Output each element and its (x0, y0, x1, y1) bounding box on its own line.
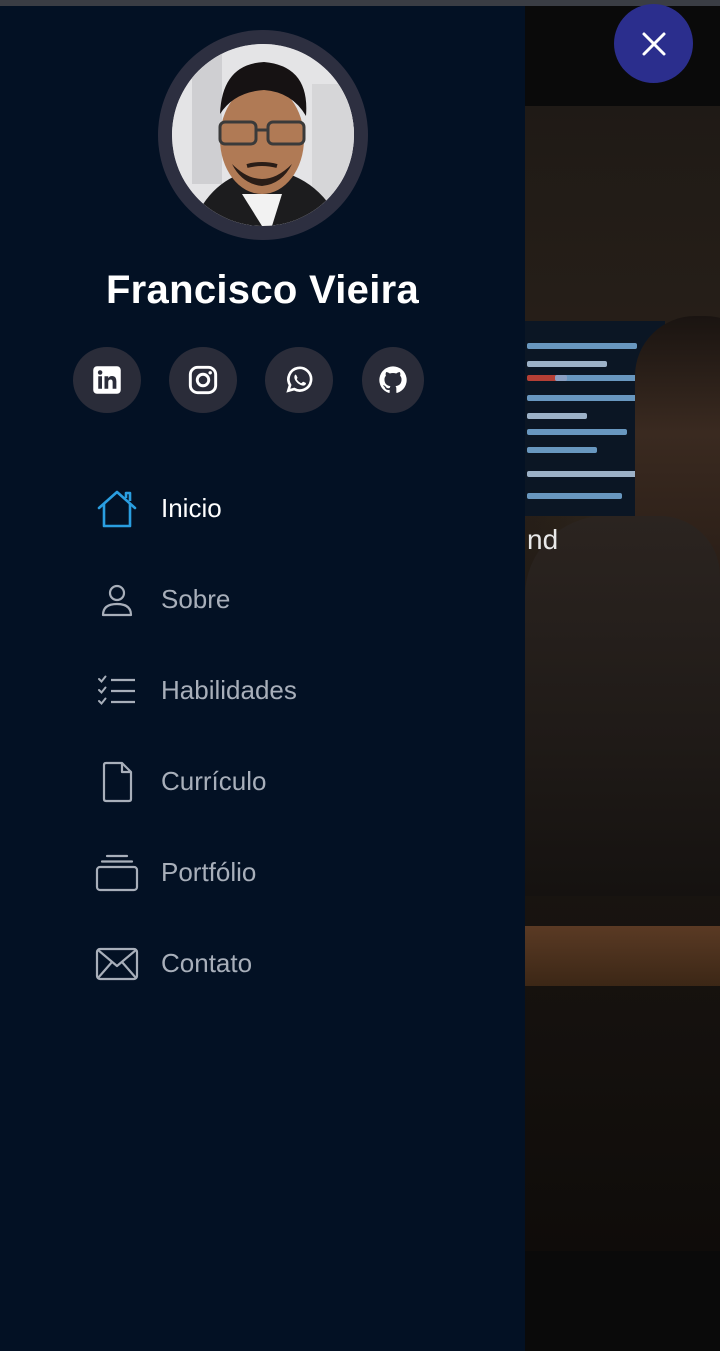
linkedin-icon (93, 366, 121, 394)
instagram-button[interactable] (169, 347, 237, 413)
nav-item-portfolio[interactable]: Portfólio (94, 827, 474, 918)
hero-partial-text: nd (527, 524, 559, 555)
nav-label-sobre: Sobre (161, 584, 231, 614)
linkedin-button[interactable] (73, 347, 141, 413)
hero-image (525, 106, 720, 1251)
stack-icon (94, 850, 140, 896)
envelope-icon (94, 941, 140, 987)
nav-item-inicio[interactable]: Inicio (94, 463, 474, 554)
instagram-icon (188, 365, 218, 395)
nav-label-habilidades: Habilidades (161, 675, 297, 705)
profile-avatar-ring (158, 30, 368, 240)
desk (525, 926, 720, 986)
github-icon (379, 366, 407, 393)
close-menu-button[interactable] (614, 4, 693, 83)
whatsapp-icon (286, 366, 313, 393)
close-icon (642, 32, 665, 55)
top-border (0, 0, 720, 6)
hero-background: nd (525, 6, 720, 1351)
user-icon (94, 577, 140, 623)
file-icon (94, 759, 140, 805)
side-menu: Francisco Vieira Inicio Sobre Habilidade… (0, 6, 525, 1351)
nav-label-curriculo: Currículo (161, 766, 267, 796)
main-navigation: Inicio Sobre Habilidades Currículo Portf… (94, 463, 474, 1009)
whatsapp-button[interactable] (265, 347, 333, 413)
nav-item-sobre[interactable]: Sobre (94, 554, 474, 645)
person-body (525, 516, 720, 896)
nav-label-contato: Contato (161, 948, 253, 978)
checklist-icon (94, 668, 140, 714)
profile-avatar (172, 44, 354, 226)
profile-name: Francisco Vieira (105, 268, 420, 312)
github-button[interactable] (362, 347, 424, 413)
nav-label-inicio: Inicio (161, 493, 222, 523)
avatar-photo (172, 44, 354, 226)
nav-item-habilidades[interactable]: Habilidades (94, 645, 474, 736)
nav-item-contato[interactable]: Contato (94, 918, 474, 1009)
home-icon (94, 486, 140, 532)
nav-label-portfolio: Portfólio (161, 857, 257, 887)
nav-item-curriculo[interactable]: Currículo (94, 736, 474, 827)
